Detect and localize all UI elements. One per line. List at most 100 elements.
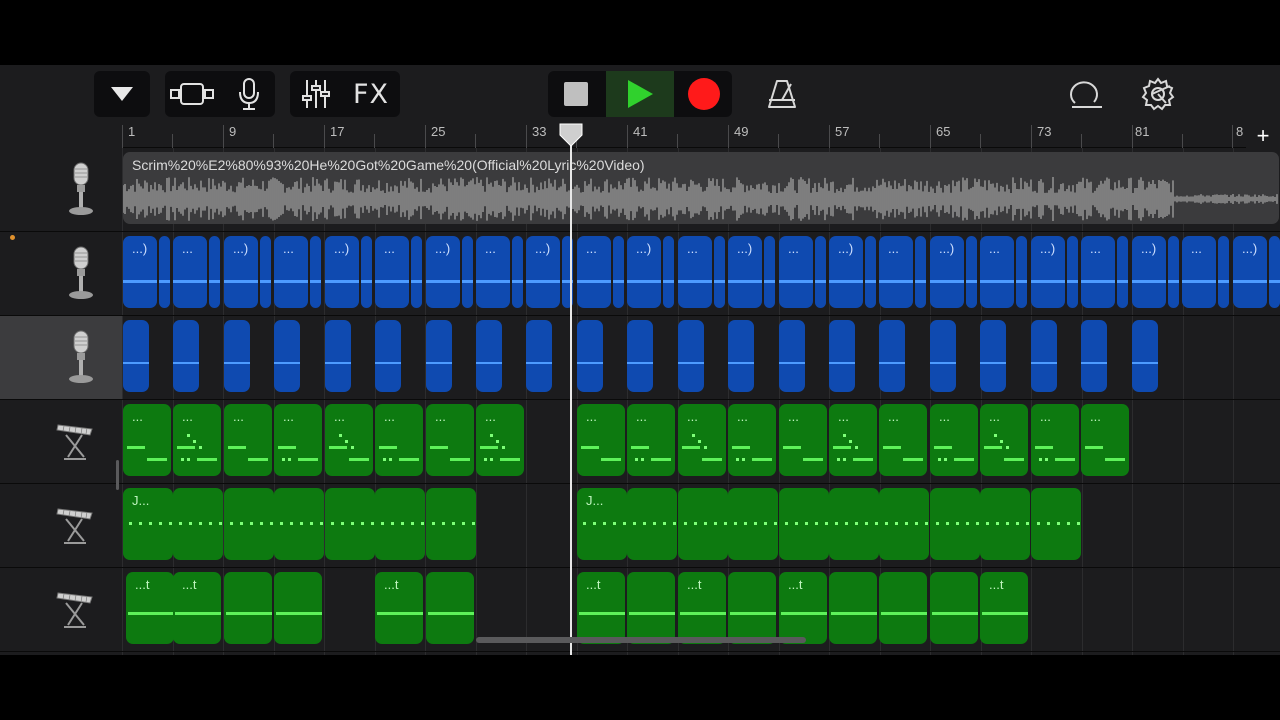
audio-region[interactable]: ... <box>678 236 712 308</box>
metronome-button[interactable] <box>758 71 806 117</box>
midi-region[interactable]: ... <box>930 404 978 476</box>
midi-region[interactable] <box>627 572 675 644</box>
midi-region[interactable] <box>224 572 272 644</box>
midi-region[interactable] <box>879 488 929 560</box>
midi-region[interactable]: ... <box>627 404 675 476</box>
audio-region[interactable] <box>1218 236 1229 308</box>
audio-region[interactable] <box>1117 236 1128 308</box>
midi-region[interactable]: ... <box>980 404 1028 476</box>
audio-region[interactable]: ... <box>274 236 308 308</box>
audio-region[interactable]: ... <box>173 236 207 308</box>
midi-region[interactable]: ... <box>728 404 776 476</box>
audio-region[interactable] <box>1081 320 1107 392</box>
midi-region[interactable] <box>779 488 829 560</box>
audio-region[interactable] <box>159 236 170 308</box>
midi-region[interactable] <box>426 488 476 560</box>
midi-region[interactable]: J... <box>123 488 173 560</box>
midi-region[interactable] <box>325 488 375 560</box>
midi-region[interactable] <box>930 572 978 644</box>
audio-region[interactable]: ...) <box>224 236 258 308</box>
track-header-2[interactable] <box>0 232 122 316</box>
audio-region[interactable] <box>173 320 199 392</box>
track-header-6[interactable] <box>0 568 122 652</box>
audio-region[interactable]: ...) <box>123 236 157 308</box>
midi-region[interactable] <box>879 572 927 644</box>
track-header-4[interactable] <box>0 400 122 484</box>
audio-region[interactable]: ... <box>1081 236 1115 308</box>
midi-region[interactable]: ... <box>274 404 322 476</box>
audio-region[interactable] <box>966 236 977 308</box>
midi-region[interactable]: ...t <box>779 572 827 644</box>
audio-region[interactable]: ... <box>980 236 1014 308</box>
audio-region[interactable] <box>1031 320 1057 392</box>
audio-region[interactable]: ... <box>375 236 409 308</box>
audio-region[interactable]: ...) <box>627 236 661 308</box>
audio-region[interactable] <box>274 320 300 392</box>
midi-region[interactable] <box>173 488 223 560</box>
audio-region[interactable] <box>815 236 826 308</box>
audio-region[interactable]: ...) <box>325 236 359 308</box>
audio-region[interactable] <box>627 320 653 392</box>
audio-region[interactable] <box>915 236 926 308</box>
audio-region[interactable]: ... <box>476 236 510 308</box>
audio-region[interactable] <box>1016 236 1027 308</box>
microphone-button[interactable] <box>223 71 275 117</box>
audio-region[interactable]: ...) <box>1233 236 1267 308</box>
audio-region[interactable] <box>930 320 956 392</box>
midi-region[interactable] <box>1031 488 1081 560</box>
midi-region[interactable]: ...t <box>980 572 1028 644</box>
play-button[interactable] <box>606 71 674 117</box>
audio-region[interactable] <box>512 236 523 308</box>
midi-region[interactable] <box>375 488 425 560</box>
midi-region[interactable] <box>728 572 776 644</box>
track-header-3[interactable] <box>0 316 122 400</box>
audio-region[interactable] <box>123 320 149 392</box>
midi-region[interactable]: ... <box>173 404 221 476</box>
tracks-menu-button[interactable] <box>94 71 150 117</box>
midi-region[interactable] <box>274 488 324 560</box>
mixer-button[interactable] <box>290 71 342 117</box>
audio-region[interactable] <box>361 236 372 308</box>
audio-region[interactable] <box>879 320 905 392</box>
audio-region[interactable] <box>1269 236 1280 308</box>
fx-button[interactable]: FX <box>342 71 400 117</box>
audio-region[interactable] <box>1168 236 1179 308</box>
audio-region[interactable] <box>663 236 674 308</box>
horizontal-scrollbar[interactable] <box>476 637 806 643</box>
settings-button[interactable] <box>1134 71 1182 117</box>
record-button[interactable] <box>676 71 732 117</box>
audio-region[interactable]: ...) <box>1031 236 1065 308</box>
audio-region[interactable] <box>728 320 754 392</box>
track-view-button[interactable] <box>165 71 221 117</box>
audio-region[interactable]: ...) <box>1132 236 1166 308</box>
audio-region[interactable] <box>764 236 775 308</box>
midi-region[interactable] <box>930 488 980 560</box>
audio-region[interactable]: ...) <box>426 236 460 308</box>
audio-region[interactable]: ...) <box>829 236 863 308</box>
audio-region[interactable] <box>779 320 805 392</box>
midi-region[interactable]: ... <box>577 404 625 476</box>
track-lanes[interactable]: Scrim%20%E2%80%93%20He%20Got%20Game%20(O… <box>122 148 1280 655</box>
loop-browser-button[interactable] <box>1062 71 1110 117</box>
audio-region[interactable]: ... <box>1182 236 1216 308</box>
audio-region-full-song[interactable]: Scrim%20%E2%80%93%20He%20Got%20Game%20(O… <box>123 152 1279 224</box>
midi-region[interactable]: ...t <box>577 572 625 644</box>
midi-region[interactable]: ...t <box>375 572 423 644</box>
audio-region[interactable] <box>209 236 220 308</box>
midi-region[interactable]: ... <box>1031 404 1079 476</box>
audio-region[interactable] <box>980 320 1006 392</box>
stop-button[interactable] <box>548 71 604 117</box>
midi-region[interactable] <box>627 488 677 560</box>
audio-region[interactable] <box>411 236 422 308</box>
midi-region[interactable] <box>980 488 1030 560</box>
audio-region[interactable] <box>224 320 250 392</box>
midi-region[interactable] <box>829 572 877 644</box>
midi-region[interactable] <box>426 572 474 644</box>
audio-region[interactable] <box>577 320 603 392</box>
audio-region[interactable] <box>260 236 271 308</box>
audio-region[interactable] <box>462 236 473 308</box>
midi-region[interactable]: ... <box>829 404 877 476</box>
audio-region[interactable]: ...) <box>930 236 964 308</box>
midi-region[interactable]: ... <box>123 404 171 476</box>
midi-region[interactable]: ...t <box>173 572 221 644</box>
